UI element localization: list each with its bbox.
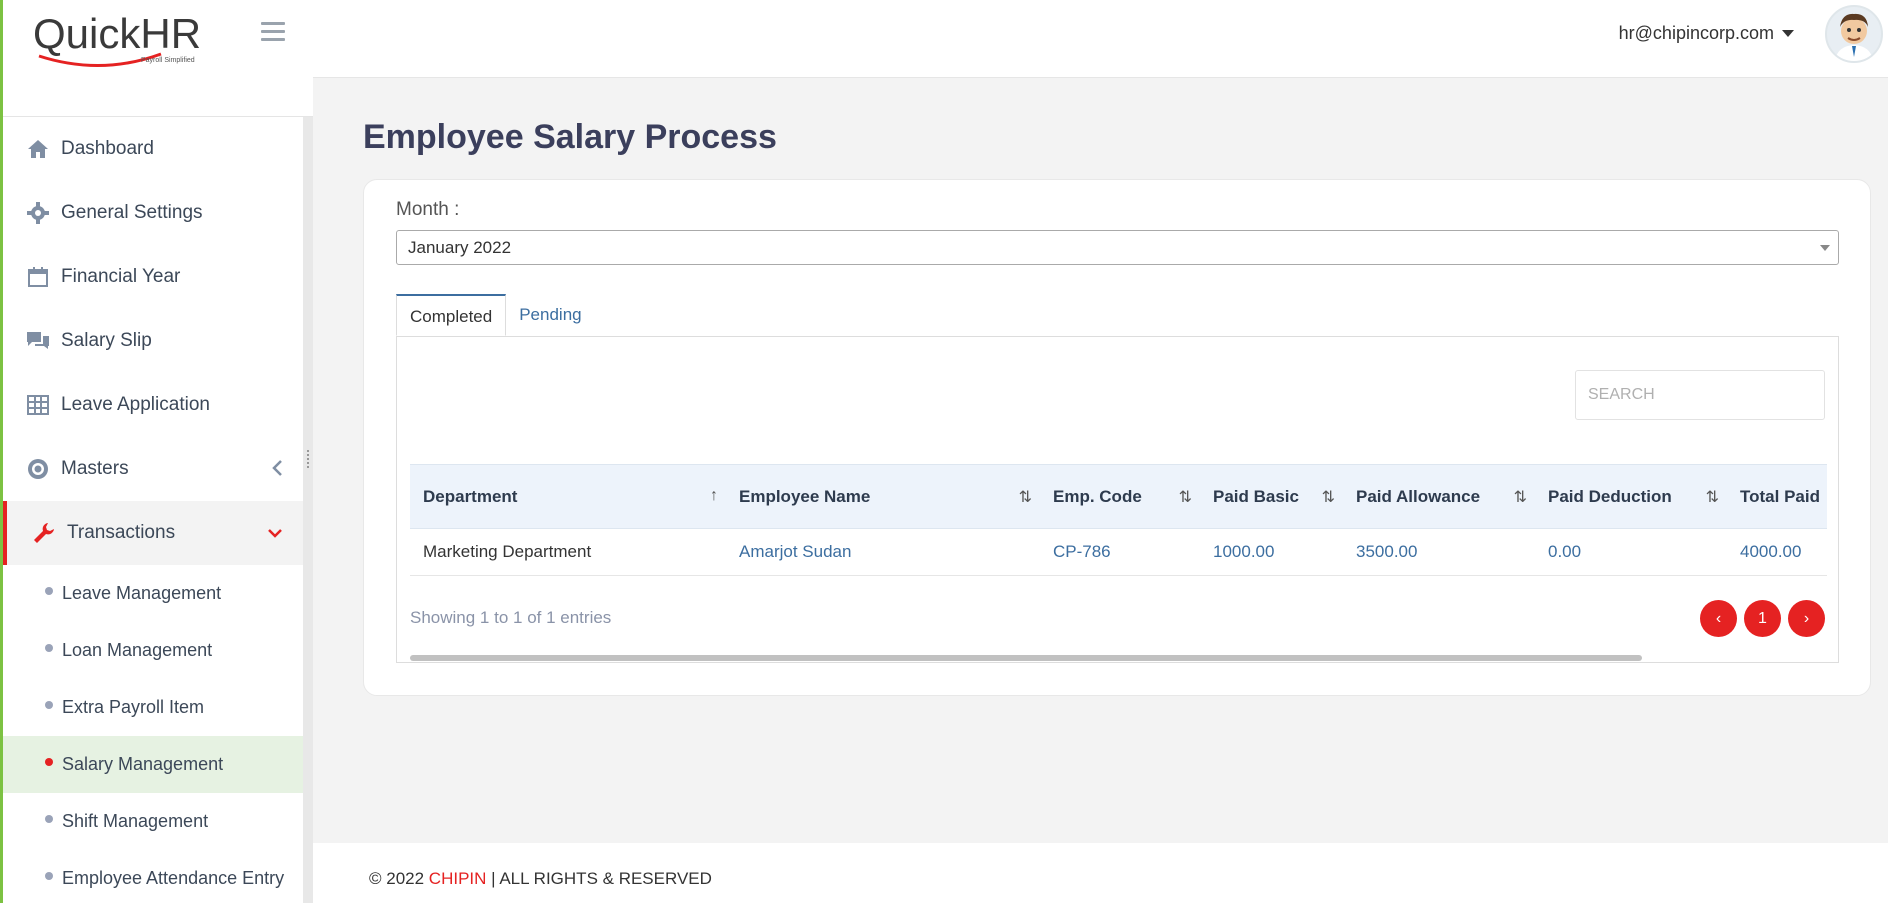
- logo-area: QuickHR Payroll Simplified: [3, 0, 313, 117]
- caret-down-icon: [1782, 30, 1794, 37]
- sort-icon: ⇅: [1513, 489, 1527, 506]
- sidebar-item-dashboard[interactable]: Dashboard: [3, 117, 303, 181]
- salary-process-card: Month : January 2022 Completed Pending D…: [363, 179, 1871, 696]
- page-title: Employee Salary Process: [363, 118, 777, 156]
- sort-icon: ⇅: [1018, 489, 1032, 506]
- next-page-button[interactable]: ›: [1788, 600, 1825, 637]
- sort-icon: ⇅: [1321, 489, 1335, 506]
- sidebar-subitem-label: Leave Management: [62, 583, 222, 603]
- column-header-emp-code[interactable]: Emp. Code ⇅: [1040, 464, 1200, 529]
- chevron-down-icon: [267, 523, 283, 545]
- salary-table-wrapper: Department ↑ Employee Name ⇅ Emp. Code ⇅ Pa…: [410, 464, 1827, 576]
- month-select-value: January 2022: [408, 238, 512, 257]
- cell-employee-name[interactable]: Amarjot Sudan: [726, 529, 1040, 576]
- sidebar-scrollbar[interactable]: [303, 117, 313, 903]
- column-header-paid-allowance[interactable]: Paid Allowance ⇅: [1343, 464, 1535, 529]
- sidebar-subitem-salary-management[interactable]: Salary Management: [3, 736, 303, 793]
- sidebar-subitem-label: Loan Management: [62, 640, 213, 660]
- footer-brand-link[interactable]: CHIPIN: [429, 869, 487, 888]
- bullet-icon: [45, 587, 53, 595]
- tab-pending[interactable]: Pending: [506, 294, 594, 336]
- salary-table: Department ↑ Employee Name ⇅ Emp. Code ⇅ Pa…: [410, 464, 1827, 576]
- cell-emp-code: CP-786: [1053, 542, 1111, 561]
- table-icon: [25, 392, 51, 418]
- sidebar-item-general-settings[interactable]: General Settings: [3, 181, 303, 245]
- sidebar-subitem-loan-management[interactable]: Loan Management: [3, 622, 303, 679]
- cell-paid-deduction: 0.00: [1548, 542, 1582, 561]
- cell-paid-allowance: 3500.00: [1356, 542, 1418, 561]
- cog-badge-icon: [25, 456, 51, 482]
- avatar[interactable]: [1825, 5, 1883, 63]
- quickhr-logo[interactable]: QuickHR Payroll Simplified: [31, 6, 201, 76]
- sidebar-item-label: Transactions: [67, 522, 176, 543]
- menu-toggle-icon[interactable]: [261, 22, 285, 42]
- sidebar-item-masters[interactable]: Masters: [3, 437, 303, 501]
- sidebar-item-label: Leave Application: [61, 394, 210, 415]
- sidebar-item-salary-slip[interactable]: Salary Slip: [3, 309, 303, 373]
- sort-icon: ⇅: [1178, 489, 1192, 506]
- sort-icon: ⇅: [1705, 489, 1719, 506]
- sidebar-item-label: Dashboard: [61, 138, 154, 159]
- sidebar-item-label: Financial Year: [61, 266, 181, 287]
- sidebar-subitem-employee-attendance-entry[interactable]: Employee Attendance Entry: [3, 850, 303, 903]
- user-email: hr@chipincorp.com: [1618, 23, 1774, 43]
- sidebar-item-leave-application[interactable]: Leave Application: [3, 373, 303, 437]
- gear-icon: [25, 200, 51, 226]
- status-tabs: Completed Pending: [396, 294, 595, 336]
- sidebar-menu: Dashboard General Settings Financial Yea…: [3, 117, 303, 903]
- bullet-icon: [45, 644, 53, 652]
- tab-completed[interactable]: Completed: [396, 294, 507, 336]
- sidebar-item-label: Salary Slip: [61, 330, 152, 351]
- sidebar-item-financial-year[interactable]: Financial Year: [3, 245, 303, 309]
- topbar: hr@chipincorp.com: [313, 0, 1888, 78]
- horizontal-scrollbar[interactable]: [410, 655, 1642, 661]
- cell-total-paid: 4000.00: [1740, 542, 1802, 561]
- calendar-icon: [25, 264, 51, 290]
- sidebar-item-label: Masters: [61, 458, 129, 479]
- svg-text:Payroll Simplified: Payroll Simplified: [141, 57, 195, 64]
- page-1-button[interactable]: 1: [1744, 600, 1781, 637]
- svg-text:QuickHR: QuickHR: [33, 10, 201, 57]
- sidebar-subitem-label: Employee Attendance Entry: [62, 868, 285, 888]
- bullet-icon: [45, 701, 53, 709]
- sidebar-item-label: General Settings: [61, 202, 203, 223]
- column-header-paid-basic[interactable]: Paid Basic ⇅: [1200, 464, 1343, 529]
- sidebar: QuickHR Payroll Simplified Dashboard Gen…: [0, 0, 313, 903]
- user-menu[interactable]: hr@chipincorp.com: [1619, 23, 1794, 44]
- bullet-icon: [45, 815, 53, 823]
- prev-page-button[interactable]: ‹: [1700, 600, 1737, 637]
- cell-paid-basic: 1000.00: [1213, 542, 1275, 561]
- column-header-department[interactable]: Department ↑: [410, 464, 726, 529]
- sidebar-item-transactions[interactable]: Transactions: [3, 501, 303, 565]
- sidebar-subitem-label: Extra Payroll Item: [62, 697, 205, 717]
- search-input[interactable]: [1575, 370, 1825, 420]
- cell-department: Marketing Department: [423, 542, 592, 561]
- sidebar-subitem-label: Shift Management: [62, 811, 209, 831]
- month-select[interactable]: January 2022: [396, 230, 1839, 265]
- resize-grip-icon[interactable]: [307, 450, 310, 468]
- wrench-icon: [31, 520, 57, 546]
- bullet-icon: [45, 872, 53, 880]
- sort-asc-icon: ↑: [710, 487, 718, 504]
- column-header-total-paid[interactable]: Total Paid: [1727, 464, 1827, 529]
- pagination: ‹ 1 ›: [1700, 600, 1825, 637]
- home-icon: [25, 136, 51, 162]
- table-info: Showing 1 to 1 of 1 entries: [410, 608, 612, 627]
- footer: © 2022 CHIPIN | ALL RIGHTS & RESERVED: [313, 843, 1888, 903]
- bullet-icon: [45, 758, 53, 766]
- column-header-employee-name[interactable]: Employee Name ⇅: [726, 464, 1040, 529]
- tab-panel-completed: Department↑ Employee Name⇅ Emp. Code⇅ Pa…: [396, 336, 1839, 663]
- chevron-left-icon: [271, 459, 283, 483]
- month-label: Month :: [396, 199, 460, 220]
- table-row[interactable]: Marketing Department Amarjot Sudan CP-78…: [410, 529, 1827, 576]
- sidebar-subitem-leave-management[interactable]: Leave Management: [3, 565, 303, 622]
- sidebar-subitem-shift-management[interactable]: Shift Management: [3, 793, 303, 850]
- column-header-paid-deduction[interactable]: Paid Deduction ⇅: [1535, 464, 1727, 529]
- sidebar-subitem-label: Salary Management: [62, 754, 224, 774]
- select-caret-icon: [1820, 245, 1830, 251]
- chat-icon: [25, 328, 51, 354]
- footer-copyright: © 2022 CHIPIN | ALL RIGHTS & RESERVED: [369, 869, 712, 888]
- table-header-row: Department ↑ Employee Name ⇅ Emp. Code ⇅ Pa…: [410, 464, 1827, 529]
- sidebar-subitem-extra-payroll-item[interactable]: Extra Payroll Item: [3, 679, 303, 736]
